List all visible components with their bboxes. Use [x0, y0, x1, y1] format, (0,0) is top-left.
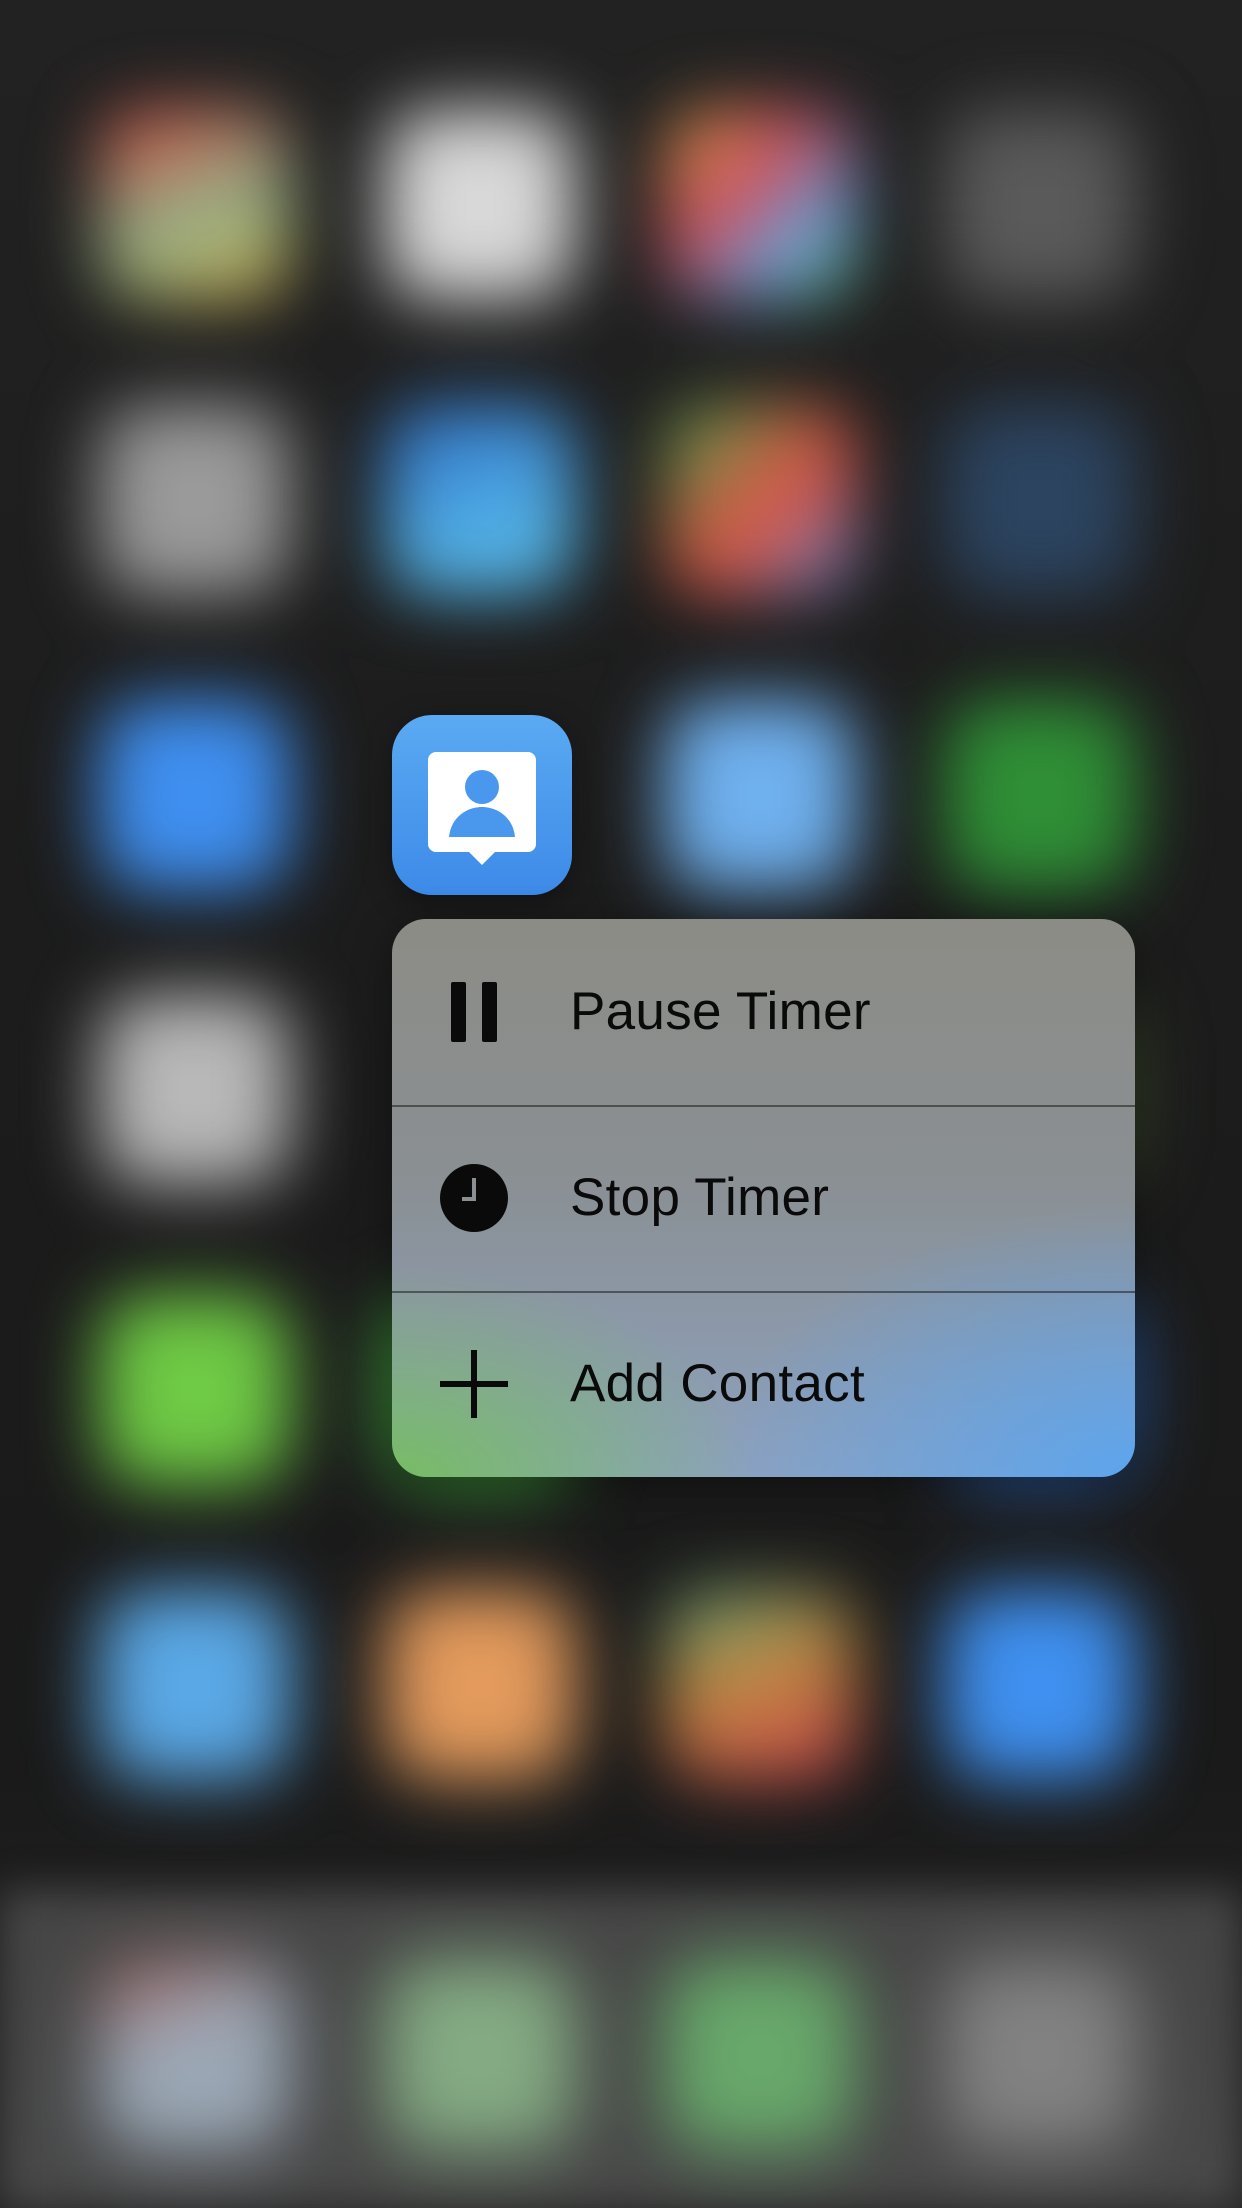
contact-app-icon[interactable] — [392, 715, 572, 895]
dock-background — [0, 1890, 1242, 2208]
quick-action-menu: Pause Timer Stop Timer Add Contact — [392, 919, 1135, 1477]
contact-card-icon — [428, 752, 536, 865]
add-contact-action[interactable]: Add Contact — [392, 1291, 1135, 1477]
pause-timer-label: Pause Timer — [570, 982, 871, 1041]
pause-icon — [440, 978, 508, 1046]
pause-timer-action[interactable]: Pause Timer — [392, 919, 1135, 1105]
stop-timer-label: Stop Timer — [570, 1168, 830, 1227]
home-screen: Pause Timer Stop Timer Add Contact — [0, 0, 1242, 2208]
clock-icon — [440, 1164, 508, 1232]
plus-icon — [440, 1350, 508, 1418]
add-contact-label: Add Contact — [570, 1354, 865, 1413]
stop-timer-action[interactable]: Stop Timer — [392, 1105, 1135, 1291]
